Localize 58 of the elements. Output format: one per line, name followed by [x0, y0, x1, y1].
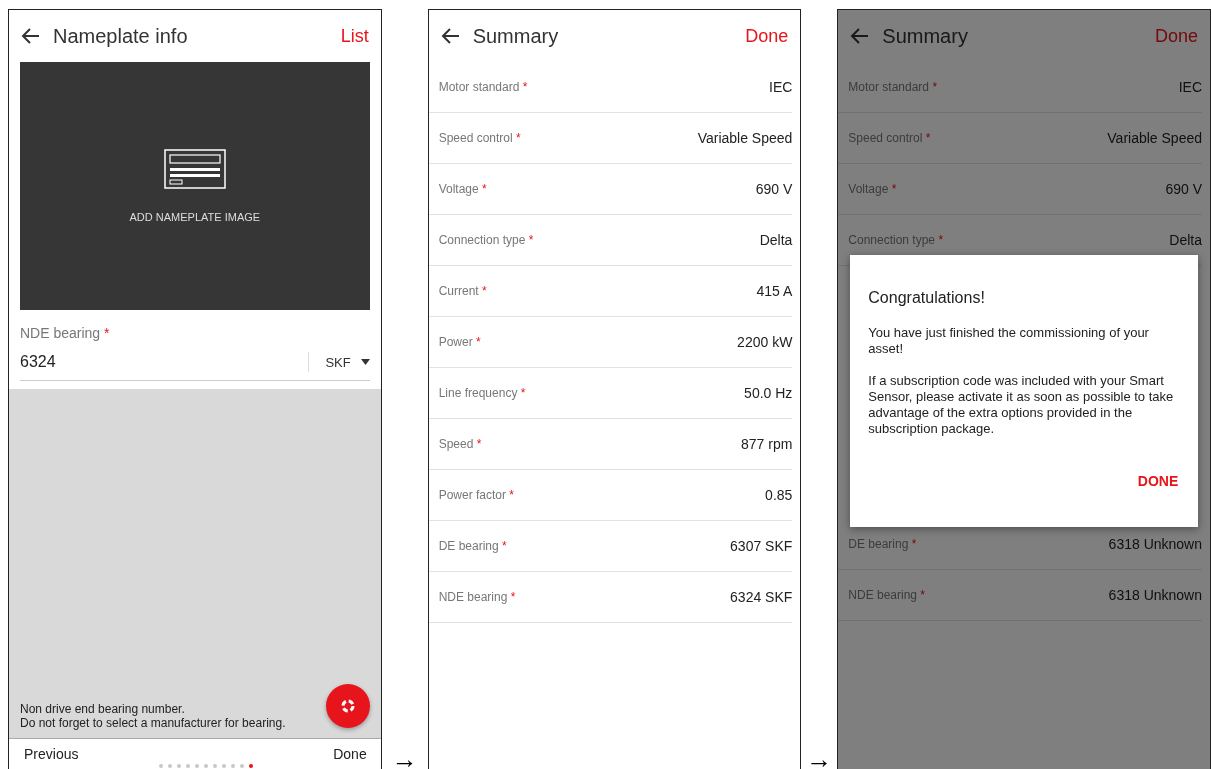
- header-action[interactable]: List: [340, 25, 369, 47]
- field-value: 50.0 Hz: [744, 385, 793, 401]
- field-value: 690 V: [755, 181, 793, 197]
- field-label: NDE bearing *: [438, 590, 516, 604]
- field-label: Motor standard *: [848, 80, 938, 94]
- field-value: 6318 Unknown: [1108, 536, 1202, 552]
- field-label: DE bearing *: [438, 539, 507, 553]
- caret-icon: [360, 359, 370, 365]
- nameplate-icon: [163, 149, 226, 189]
- field-value: IEC: [1178, 79, 1202, 95]
- field-label: Voltage *: [848, 182, 897, 196]
- flow-arrow: →: [391, 749, 418, 769]
- field-label: Current *: [438, 284, 487, 298]
- field-value: 877 rpm: [741, 436, 793, 452]
- dialog-text: If a subscription code was included with your Smart Sensor, please activate it as soon as possible to take advantage of the extra options provided in the subscription package.: [868, 373, 1175, 437]
- back-icon[interactable]: [440, 26, 461, 46]
- field-value: 690 V: [1165, 181, 1202, 197]
- field-label: Line frequency *: [438, 386, 526, 400]
- field-label: Connection type *: [848, 233, 944, 247]
- field-label: Voltage *: [438, 182, 487, 196]
- field-label: Power *: [438, 335, 481, 349]
- field-value: 6318 Unknown: [1108, 587, 1202, 603]
- manufacturer-dropdown[interactable]: SKF: [308, 352, 370, 372]
- field-label: Speed control *: [848, 131, 931, 145]
- flow-arrow: →: [806, 749, 833, 769]
- previous-button[interactable]: Previous: [24, 746, 79, 762]
- field-value: Variable Speed: [697, 130, 793, 146]
- field-value: 6324 SKF: [730, 589, 793, 605]
- field-value: 2200 kW: [737, 334, 793, 350]
- help-button[interactable]: [325, 684, 370, 728]
- screen-title: Nameplate info: [53, 24, 189, 48]
- field-label: Motor standard *: [438, 80, 528, 94]
- image-placeholder[interactable]: ADD NAMEPLATE IMAGE: [20, 62, 370, 310]
- dialog-done-button[interactable]: DONE: [1133, 473, 1183, 489]
- field-value: Delta: [759, 232, 793, 248]
- field-label: DE bearing *: [848, 537, 917, 551]
- input-field[interactable]: 6324: [20, 353, 309, 371]
- header-action[interactable]: Done: [745, 25, 789, 47]
- field-value: 0.85: [765, 487, 793, 503]
- dialog-text: You have just finished the commissioning of your asset!: [868, 325, 1150, 357]
- lifebuoy-icon: [340, 699, 355, 713]
- field-label: NDE bearing *: [20, 325, 110, 341]
- field-label: Speed *: [438, 437, 482, 451]
- field-label: Speed control *: [438, 131, 521, 145]
- field-value: Delta: [1169, 232, 1202, 248]
- back-icon[interactable]: [21, 26, 41, 46]
- done-button[interactable]: Done: [333, 746, 367, 762]
- field-value: 6307 SKF: [730, 538, 793, 554]
- help-text: Non drive end bearing number. Do not forget to select a manufacturer for bearing.: [20, 702, 287, 730]
- field-label: Power factor *: [438, 488, 515, 502]
- field-value: IEC: [769, 79, 793, 95]
- image-label: ADD NAMEPLATE IMAGE: [129, 211, 261, 223]
- field-label: NDE bearing *: [848, 588, 926, 602]
- screen-title: Summary: [472, 24, 560, 48]
- dialog-title: Congratulations!: [868, 289, 986, 307]
- field-value: 415 A: [756, 283, 793, 299]
- field-label: Connection type *: [438, 233, 534, 247]
- screen-title: Summary: [882, 24, 969, 48]
